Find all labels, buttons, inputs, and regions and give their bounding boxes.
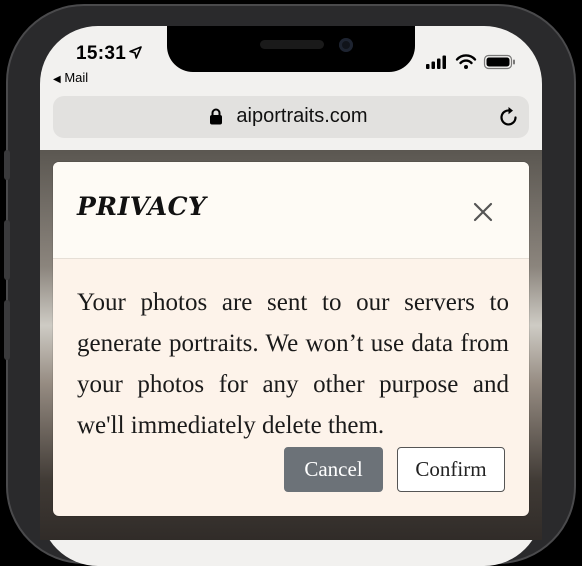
battery-icon	[483, 54, 515, 70]
side-button	[4, 150, 10, 180]
modal-title: PRIVACY	[77, 192, 207, 221]
status-time: 15:31	[76, 43, 127, 64]
back-to-mail-link[interactable]: ◀ Mail	[53, 70, 88, 85]
reload-icon[interactable]	[499, 106, 519, 128]
modal-header: PRIVACY	[53, 162, 529, 259]
url-text: aiportraits.com	[53, 105, 529, 128]
url-label: aiportraits.com	[236, 105, 368, 127]
close-icon[interactable]	[471, 200, 495, 224]
wifi-icon	[455, 54, 477, 69]
back-app-label: Mail	[64, 70, 89, 85]
address-bar[interactable]: aiportraits.com	[53, 96, 529, 138]
status-icons	[426, 54, 515, 70]
front-camera	[339, 38, 353, 52]
side-button	[4, 300, 10, 360]
side-button	[4, 220, 10, 280]
modal-body-text: Your photos are sent to our servers to g…	[77, 289, 509, 439]
notch	[167, 26, 415, 72]
confirm-button[interactable]: Confirm	[397, 447, 505, 492]
signal-icon	[426, 55, 446, 69]
speaker-grille	[260, 40, 324, 49]
location-arrow-icon	[129, 46, 142, 59]
privacy-modal: PRIVACY Your photos are sent to our serv…	[53, 162, 529, 516]
cancel-button[interactable]: Cancel	[284, 447, 383, 492]
back-arrow-icon: ◀	[53, 74, 61, 85]
